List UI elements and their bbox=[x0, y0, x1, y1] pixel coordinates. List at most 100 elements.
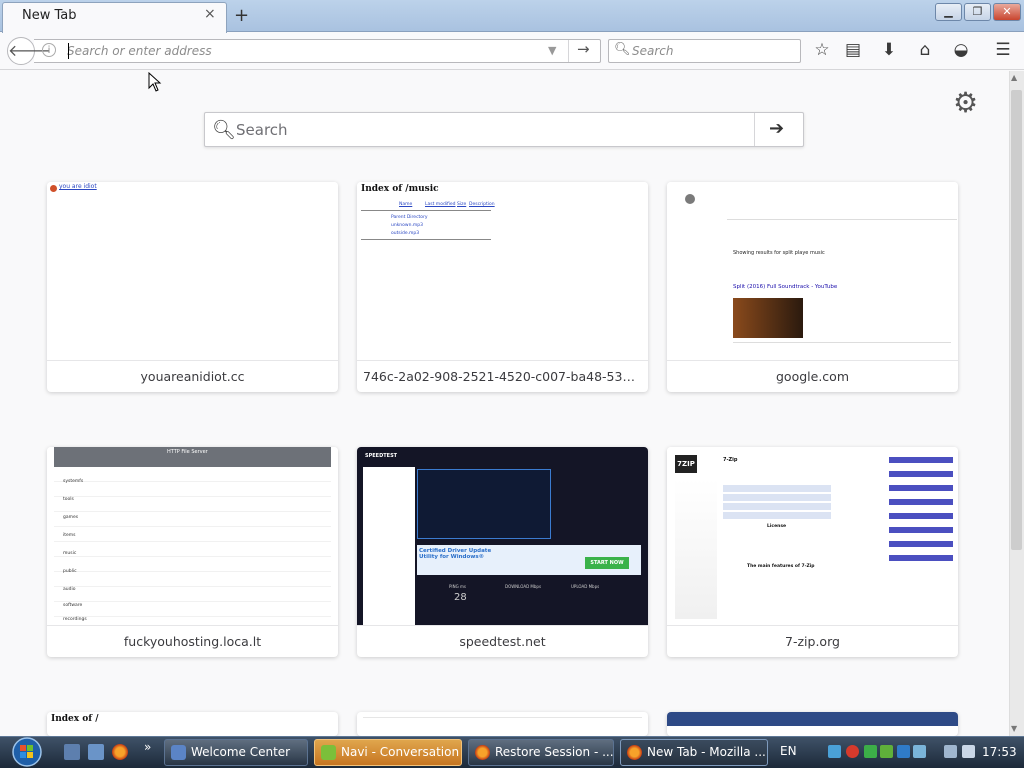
taskbar-label: Restore Session - ... bbox=[495, 745, 614, 759]
thumb-metric: PING ms bbox=[449, 584, 466, 589]
thumb-item: software bbox=[63, 603, 83, 608]
top-site-tile[interactable]: HTTP File Server systemfs tools games it… bbox=[47, 447, 338, 657]
newtab-search-go-button[interactable]: ➔ bbox=[769, 118, 784, 139]
top-site-tile[interactable]: Index of / bbox=[47, 712, 338, 736]
top-site-tile[interactable]: 7ZIP 7-Zip License The main features of … bbox=[667, 447, 958, 657]
thumb-ad-button: START NOW bbox=[585, 557, 629, 569]
thumb-title: 7-Zip bbox=[723, 457, 738, 463]
thumb-row: outside.mp3 bbox=[391, 231, 420, 236]
top-site-tile[interactable] bbox=[667, 712, 958, 736]
search-icon: 🔍︎ bbox=[614, 42, 631, 57]
bookmarks-menu-icon[interactable]: ▤ bbox=[842, 40, 864, 60]
thumb-title: Index of / bbox=[51, 714, 99, 724]
taskbar-label: Welcome Center bbox=[191, 745, 291, 759]
top-site-tile[interactable]: Showing results for split playe music Sp… bbox=[667, 182, 958, 392]
thumb-file-list bbox=[54, 467, 331, 625]
tab-close-icon[interactable]: × bbox=[204, 6, 216, 22]
clock[interactable]: 17:53 bbox=[982, 745, 1017, 759]
top-site-tile[interactable]: you are idiot youareanidiot.cc bbox=[47, 182, 338, 392]
tile-thumbnail: you are idiot bbox=[47, 182, 338, 360]
taskbar-button-new-tab[interactable]: New Tab - Mozilla ... bbox=[620, 739, 768, 766]
tray-app-icon[interactable] bbox=[897, 745, 910, 758]
site-info-icon[interactable]: i bbox=[42, 43, 56, 57]
switch-windows-icon[interactable] bbox=[88, 744, 104, 760]
top-site-tile[interactable]: SPEEDTEST Certified Driver Update Utilit… bbox=[357, 447, 648, 657]
top-site-tile[interactable] bbox=[357, 712, 648, 736]
pocket-icon[interactable]: ◒ bbox=[950, 40, 972, 60]
close-window-button[interactable]: ✕ bbox=[993, 3, 1021, 21]
taskbar-label: New Tab - Mozilla ... bbox=[647, 745, 766, 759]
welcome-center-icon bbox=[171, 745, 186, 760]
scroll-down-icon[interactable]: ▼ bbox=[1011, 724, 1017, 733]
firefox-icon bbox=[627, 745, 642, 760]
thumb-metric: DOWNLOAD Mbps bbox=[505, 584, 542, 589]
quicklaunch-overflow[interactable]: » bbox=[144, 740, 151, 754]
tile-thumbnail: HTTP File Server systemfs tools games it… bbox=[47, 447, 338, 625]
firefox-quicklaunch-icon[interactable] bbox=[112, 744, 128, 760]
thumb-item: audio bbox=[63, 587, 76, 592]
tile-thumbnail: Showing results for split playe music Sp… bbox=[667, 182, 958, 360]
favicon-icon bbox=[50, 185, 57, 192]
security-alert-icon[interactable] bbox=[846, 745, 859, 758]
thumb-row: Parent Directory bbox=[391, 215, 428, 220]
newtab-search-separator bbox=[754, 113, 755, 146]
top-site-tile[interactable]: Index of /music Name Last modified Size … bbox=[357, 182, 648, 392]
menu-icon[interactable]: ☰ bbox=[992, 40, 1014, 60]
network-tray-icon[interactable] bbox=[828, 745, 841, 758]
tile-label: speedtest.net bbox=[357, 625, 648, 657]
thumb-col: Name bbox=[399, 202, 413, 207]
thumb-link: you are idiot bbox=[59, 183, 97, 190]
thumb-result: Split (2016) Full Soundtrack - YouTube bbox=[733, 284, 838, 290]
download-icon[interactable]: ⬇ bbox=[878, 40, 900, 60]
taskbar-button-welcome-center[interactable]: Welcome Center bbox=[164, 739, 308, 766]
taskbar-button-navi-conversation[interactable]: Navi - Conversation bbox=[314, 739, 462, 766]
home-icon[interactable]: ⌂ bbox=[914, 40, 936, 60]
thumb-rule bbox=[361, 210, 491, 211]
thumb-query: Showing results for split playe music bbox=[733, 250, 825, 256]
google-logo-icon bbox=[685, 194, 695, 204]
settings-gear-icon[interactable]: ⚙ bbox=[953, 86, 978, 119]
tile-label: 7-zip.org bbox=[667, 625, 958, 657]
bookmark-star-icon[interactable]: ☆ bbox=[811, 40, 833, 60]
thumb-item: games bbox=[63, 515, 79, 520]
search-input[interactable] bbox=[632, 43, 792, 59]
thumb-rule bbox=[363, 717, 642, 718]
thumb-item: public bbox=[63, 569, 77, 574]
thumb-item: recordings bbox=[63, 617, 87, 622]
show-desktop-icon[interactable] bbox=[64, 744, 80, 760]
thumb-brand: SPEEDTEST bbox=[365, 453, 398, 459]
volume-icon[interactable] bbox=[962, 745, 975, 758]
back-button[interactable]: 🡐 bbox=[7, 37, 51, 65]
thumb-rule bbox=[361, 239, 491, 240]
start-orb-icon[interactable] bbox=[6, 736, 48, 768]
messenger-tray-icon[interactable] bbox=[864, 745, 877, 758]
thumb-7zip-logo: 7ZIP bbox=[675, 455, 697, 473]
mouse-pointer-icon bbox=[148, 72, 162, 92]
network-status-icon[interactable] bbox=[944, 745, 957, 758]
go-arrow-icon[interactable]: → bbox=[577, 40, 590, 58]
tray-app-icon[interactable] bbox=[913, 745, 926, 758]
new-tab-button[interactable]: + bbox=[234, 5, 249, 26]
scroll-up-icon[interactable]: ▲ bbox=[1011, 73, 1017, 82]
thumb-header bbox=[667, 712, 958, 726]
thumb-search-box bbox=[727, 190, 957, 220]
maximize-button[interactable]: ❐ bbox=[964, 3, 991, 21]
url-input[interactable] bbox=[67, 43, 537, 59]
language-indicator[interactable]: EN bbox=[780, 744, 797, 758]
tile-thumbnail: 7ZIP 7-Zip License The main features of … bbox=[667, 447, 958, 625]
tile-thumbnail: Index of /music Name Last modified Size … bbox=[357, 182, 648, 360]
thumb-item: systemfs bbox=[63, 479, 84, 484]
thumb-more-row bbox=[733, 342, 951, 354]
history-dropmarker-icon[interactable]: ▼ bbox=[548, 44, 556, 57]
tray-app-icon[interactable] bbox=[880, 745, 893, 758]
scrollbar-thumb[interactable] bbox=[1011, 90, 1022, 550]
tile-label: youareanidiot.cc bbox=[47, 360, 338, 392]
minimize-button[interactable]: ▁ bbox=[935, 3, 962, 21]
tile-thumbnail: SPEEDTEST Certified Driver Update Utilit… bbox=[357, 447, 648, 625]
newtab-search-input[interactable] bbox=[236, 120, 736, 140]
taskbar-button-restore-session[interactable]: Restore Session - ... bbox=[468, 739, 614, 766]
thumb-col: Size bbox=[457, 202, 467, 207]
thumb-side-ad bbox=[363, 467, 415, 625]
url-go-separator bbox=[568, 40, 569, 62]
firefox-icon bbox=[475, 745, 490, 760]
